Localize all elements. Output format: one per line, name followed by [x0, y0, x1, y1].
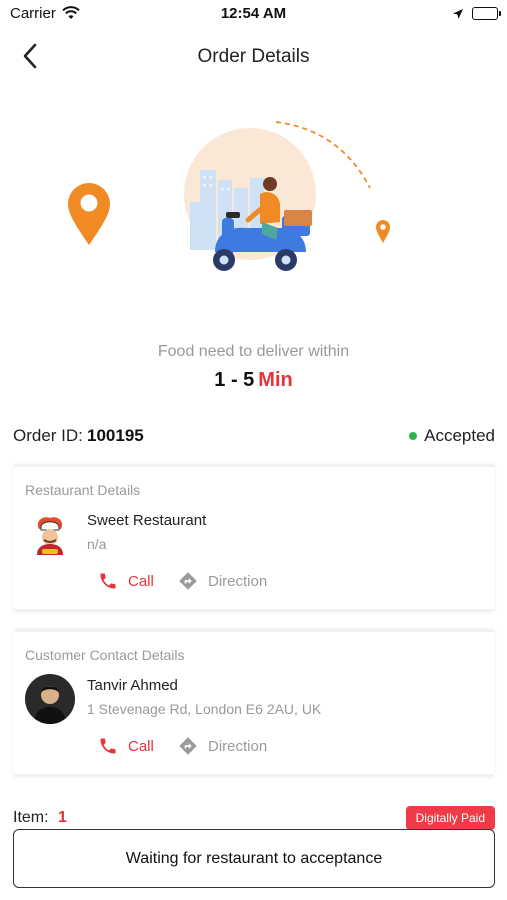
delivery-illustration: [0, 110, 507, 280]
eta-range: 1 - 5: [214, 369, 255, 391]
item-summary-row: Item: 1 Digitally Paid: [13, 806, 495, 830]
direction-icon: [179, 737, 197, 755]
clock: 12:54 AM: [220, 5, 287, 22]
status-bar: Carrier 12:54 AM: [0, 0, 507, 30]
order-summary-row: Order ID: 100195 Accepted: [13, 424, 495, 448]
customer-direction-button[interactable]: Direction: [178, 736, 267, 756]
item-label: Item:: [13, 809, 49, 826]
order-id-label: Order ID:: [13, 426, 83, 445]
waiting-status-button[interactable]: Waiting for restaurant to acceptance: [13, 829, 495, 888]
destination-pin-icon: [376, 220, 390, 243]
restaurant-call-button[interactable]: Call: [98, 571, 154, 591]
restaurant-details-card: Restaurant Details Sweet Restaurant n/a …: [13, 464, 495, 612]
restaurant-subtitle: n/a: [87, 536, 107, 552]
customer-name: Tanvir Ahmed: [87, 677, 178, 694]
battery-icon: [472, 7, 501, 20]
payment-status-badge: Digitally Paid: [405, 806, 495, 830]
order-id-value: 100195: [87, 426, 144, 445]
restaurant-direction-label: Direction: [208, 572, 268, 590]
customer-contact-card: Customer Contact Details Tanvir Ahmed 1 …: [13, 629, 495, 777]
restaurant-direction-button[interactable]: Direction: [178, 571, 267, 591]
order-status: Accepted: [409, 426, 495, 446]
eta-value: 1 - 5 Min: [0, 369, 507, 392]
restaurant-name: Sweet Restaurant: [87, 512, 207, 529]
order-status-label: Accepted: [424, 426, 495, 445]
nav-bar: Order Details: [0, 36, 507, 76]
customer-call-label: Call: [128, 737, 154, 755]
restaurant-logo: [25, 509, 75, 559]
customer-address: 1 Stevenage Rd, London E6 2AU, UK: [87, 701, 322, 717]
item-count: 1: [58, 809, 67, 826]
location-arrow-icon: [452, 7, 464, 25]
eta-unit: Min: [258, 369, 293, 391]
phone-icon: [100, 573, 116, 589]
eta-label: Food need to deliver within: [157, 343, 350, 360]
direction-icon: [179, 572, 197, 590]
customer-call-button[interactable]: Call: [98, 736, 154, 756]
customer-card-title: Customer Contact Details: [25, 647, 185, 663]
customer-avatar: [25, 674, 75, 724]
location-pin-icon: [68, 183, 110, 245]
restaurant-call-label: Call: [128, 572, 154, 590]
phone-icon: [100, 738, 116, 754]
customer-direction-label: Direction: [208, 737, 268, 755]
status-dot-icon: [409, 432, 418, 440]
page-title: Order Details: [197, 46, 310, 67]
restaurant-card-title: Restaurant Details: [25, 482, 141, 498]
